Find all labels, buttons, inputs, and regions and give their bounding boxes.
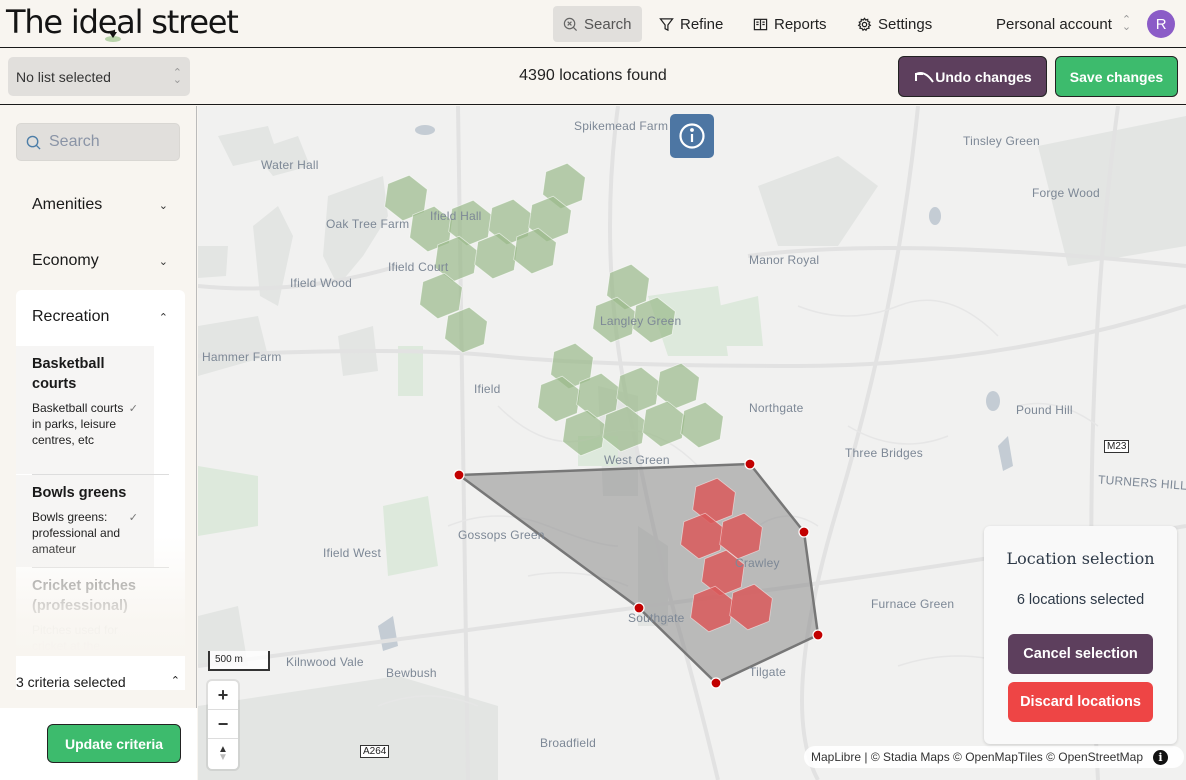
chevron-updown-icon: ⌃ ⌄ <box>172 66 182 86</box>
gear-icon <box>857 16 872 31</box>
toolbar: No list selected ⌃ ⌄ 4390 locations found… <box>0 49 1186 105</box>
polygon-vertex-handle[interactable] <box>710 677 722 689</box>
criteria-count: 3 criteria selected <box>16 674 126 690</box>
criteria-search-input[interactable]: Search <box>16 123 180 161</box>
polygon-vertex-handle[interactable] <box>633 602 645 614</box>
polygon-vertex-handle[interactable] <box>812 629 824 641</box>
compass-south-icon: ▼ <box>218 751 228 763</box>
filter-icon <box>659 17 674 31</box>
category-label: Economy <box>32 252 99 269</box>
attribution-text[interactable]: MapLibre | © Stadia Maps © OpenMapTiles … <box>811 750 1143 764</box>
criterion-title: Basketball courts <box>32 356 105 392</box>
criteria-sidebar: Search Amenities ⌄ Economy ⌄ Recreation … <box>0 106 197 780</box>
update-criteria-button[interactable]: Update criteria <box>47 724 181 763</box>
selection-polygon[interactable] <box>455 462 820 685</box>
road-shield: M23 <box>1104 440 1130 453</box>
avatar[interactable]: R <box>1147 10 1176 38</box>
polygon-vertex-handle[interactable] <box>798 526 810 538</box>
road-shield: A264 <box>360 745 390 758</box>
account-label: Personal account <box>996 15 1112 33</box>
criterion-description: Bowls greens: professional and amateur <box>32 510 121 556</box>
info-icon[interactable]: i <box>1153 749 1169 765</box>
account-switcher[interactable]: Personal account ⌃ ⌄ R <box>996 6 1176 42</box>
zoom-in-button[interactable]: + <box>208 681 238 710</box>
polygon-vertex-handle[interactable] <box>744 458 756 470</box>
map-scale: 500 m <box>208 651 270 671</box>
result-hexagon[interactable] <box>444 306 488 354</box>
category-economy[interactable]: Economy ⌄ <box>32 252 168 270</box>
undo-label: Undo changes <box>935 68 1032 85</box>
map[interactable]: Spikemead Farm Tinsley Green Water Hall … <box>198 106 1186 780</box>
criterion-cricket-pitches[interactable]: Cricket pitches (professional) Pitches u… <box>16 568 154 668</box>
list-select[interactable]: No list selected ⌃ ⌄ <box>8 57 190 96</box>
criteria-count-toggle[interactable]: 3 criteria selected ⌃ <box>16 674 180 690</box>
top-bar: The ideal street Search Refine Reports S… <box>0 0 1186 48</box>
chevron-down-icon: ⌄ <box>158 255 168 268</box>
result-hexagon[interactable] <box>642 400 686 448</box>
polygon-vertex-handle[interactable] <box>453 469 465 481</box>
chevron-updown-icon: ⌃ ⌄ <box>1121 14 1132 33</box>
category-label: Recreation <box>32 308 110 325</box>
selection-count: 6 locations selected <box>1016 592 1145 608</box>
chevron-down-icon: ⌄ <box>158 199 168 212</box>
criterion-bowls-greens[interactable]: Bowls greens Bowls greens: professional … <box>16 475 154 567</box>
nav-reports[interactable]: Reports <box>743 6 837 42</box>
search-x-icon <box>563 17 578 31</box>
map-pin-icon <box>105 32 121 42</box>
nav-label: Search <box>584 15 632 33</box>
category-recreation[interactable]: Recreation ⌃ <box>32 308 168 326</box>
list-select-value: No list selected <box>16 68 111 85</box>
nav-label: Refine <box>680 15 724 33</box>
category-amenities[interactable]: Amenities ⌄ <box>32 196 168 214</box>
nav-refine[interactable]: Refine <box>649 6 733 42</box>
result-hexagon[interactable] <box>616 366 660 414</box>
zoom-out-button[interactable]: − <box>208 710 238 739</box>
search-icon <box>26 135 41 150</box>
selection-title: Location selection <box>1006 549 1155 568</box>
criterion-description: Pitches used for cricket at the <box>32 623 119 653</box>
result-hexagon[interactable] <box>656 362 700 410</box>
zoom-controls: + − ▲ ▼ <box>208 681 238 769</box>
undo-changes-button[interactable]: Undo changes <box>898 56 1047 97</box>
info-button[interactable] <box>670 114 714 158</box>
check-icon: ✓ <box>128 512 138 524</box>
nav-label: Reports <box>774 15 827 33</box>
category-label: Amenities <box>32 196 103 213</box>
search-placeholder: Search <box>49 133 100 150</box>
discard-locations-button[interactable]: Discard locations <box>1008 682 1153 722</box>
location-selection-panel: Location selection 6 locations selected … <box>984 526 1177 744</box>
result-hexagon[interactable] <box>680 401 724 449</box>
save-changes-button[interactable]: Save changes <box>1055 56 1178 97</box>
map-attribution: MapLibre | © Stadia Maps © OpenMapTiles … <box>804 746 1184 768</box>
criterion-title: Cricket pitches (professional) <box>32 578 136 614</box>
nav-settings[interactable]: Settings <box>847 6 942 42</box>
compass-button[interactable]: ▲ ▼ <box>208 739 238 768</box>
chevron-up-icon: ⌃ <box>158 311 168 324</box>
check-icon: ✓ <box>128 403 138 415</box>
nav-search[interactable]: Search <box>553 6 642 42</box>
criterion-description: Basketball courts in parks, leisure cent… <box>32 401 124 447</box>
info-icon <box>679 123 705 149</box>
criterion-title: Bowls greens <box>32 485 127 501</box>
cancel-selection-button[interactable]: Cancel selection <box>1008 634 1153 674</box>
undo-icon <box>915 71 935 83</box>
nav-label: Settings <box>878 15 933 33</box>
chevron-up-icon: ⌃ <box>170 675 180 687</box>
book-icon <box>753 18 768 30</box>
criterion-basketball-courts[interactable]: Basketball courts Basketball courts in p… <box>16 346 154 474</box>
